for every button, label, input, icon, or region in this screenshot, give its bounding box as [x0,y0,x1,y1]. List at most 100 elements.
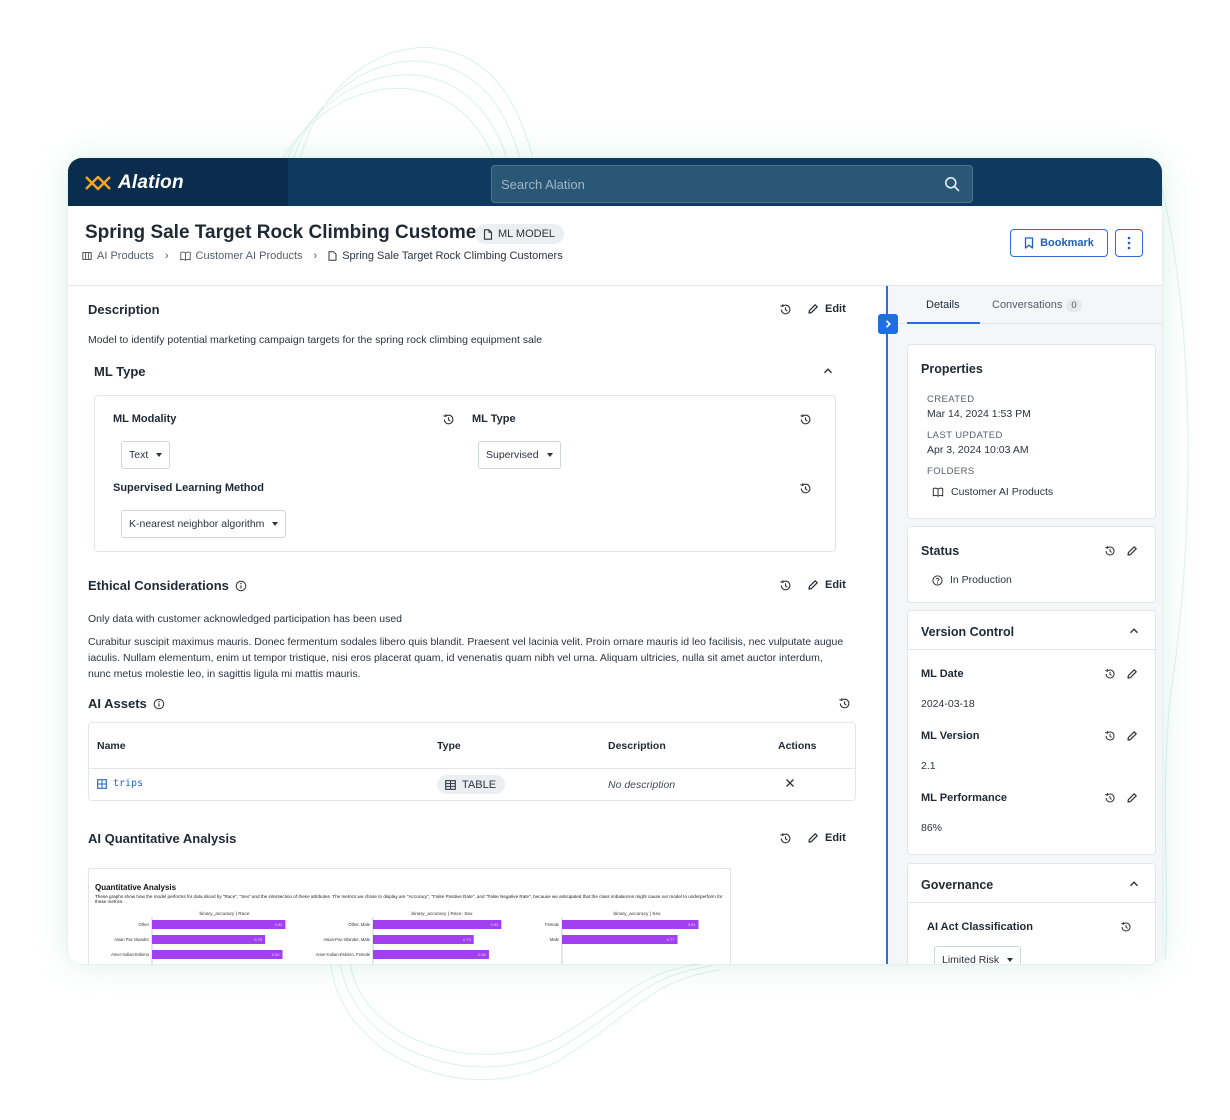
supervised-method-value: K-nearest neighbor algorithm [129,518,265,530]
ml-performance-label: ML Performance [921,792,1007,804]
breadcrumb-label: Spring Sale Target Rock Climbing Custome… [342,250,563,262]
info-icon[interactable] [153,698,165,710]
remove-asset-close-icon[interactable] [784,777,796,789]
tab-conversations[interactable]: Conversations 0 [992,299,1082,312]
question-circle-icon [932,574,943,586]
more-options-button[interactable] [1115,229,1143,257]
history-icon[interactable] [1104,668,1116,680]
asset-name: trips [113,778,144,789]
ai-assets-title: AI Assets [88,696,165,711]
description-title: Description [88,302,160,317]
ml-date-label: ML Date [921,668,964,680]
details-side-panel: Details Conversations 0 Properties CREATE… [888,286,1162,964]
chevron-right-icon [885,320,891,328]
logo-text: Alation [118,172,184,193]
history-icon[interactable] [1104,545,1116,557]
breadcrumb-chevron-icon: › [164,250,169,262]
caret-down-icon [546,453,553,457]
breadcrumb-chevron-icon: › [313,250,318,262]
chart-bar [152,935,266,944]
history-icon[interactable] [779,579,792,592]
column-header-actions: Actions [778,740,817,752]
quant-title: AI Quantitative Analysis [88,831,236,846]
supervised-method-dropdown[interactable]: K-nearest neighbor algorithm [121,510,287,538]
ethical-title: Ethical Considerations [88,578,247,593]
ml-type-dropdown[interactable]: Supervised [478,441,561,469]
chart-bar [373,920,502,929]
chevron-up-icon[interactable] [823,366,833,376]
bookmark-button[interactable]: Bookmark [1010,229,1108,257]
ethical-edit-button[interactable]: Edit [807,579,846,591]
chevron-up-icon[interactable] [1129,879,1139,889]
chart-bar [562,935,678,944]
asset-type-badge: TABLE [437,775,506,794]
pencil-icon[interactable] [1126,545,1138,557]
pencil-icon[interactable] [1126,730,1138,742]
card-divider [908,902,1155,903]
page-title: Spring Sale Target Rock Climbing Custome… [85,222,495,243]
history-icon[interactable] [799,413,812,426]
table-row: trips TABLE No description [89,769,855,801]
tab-details[interactable]: Details [926,299,960,311]
file-icon [483,228,493,240]
folder-link[interactable]: Customer AI Products [932,486,1053,498]
database-icon [82,252,92,260]
alation-logo-icon [85,175,111,191]
history-icon[interactable] [442,413,455,426]
history-icon[interactable] [1104,792,1116,804]
chart-value-label: 0.93 [491,922,500,927]
caret-down-icon [272,522,279,526]
ml-modality-label: ML Modality [113,413,177,425]
breadcrumb-customer-ai-products[interactable]: Customer AI Products [179,250,303,262]
card-divider [908,649,1155,650]
history-icon[interactable] [779,303,792,316]
supervised-method-label: Supervised Learning Method [113,482,264,494]
history-icon[interactable] [1120,921,1132,933]
side-tabs: Details Conversations 0 [888,286,1162,324]
ethical-title-text: Ethical Considerations [88,578,229,593]
table-icon [97,778,107,789]
history-icon[interactable] [838,697,851,710]
alation-logo[interactable]: Alation [84,172,184,194]
history-icon[interactable] [779,832,792,845]
breadcrumb-ai-products[interactable]: AI Products [82,250,154,262]
history-icon[interactable] [1104,730,1116,742]
chart-bar [562,920,699,929]
charts-layer: binary_accuracy | Race Other 0.92 Asian Pac… [111,911,699,964]
tab-conversations-label: Conversations [992,299,1063,311]
last-updated-label: LAST UPDATED [927,430,1003,441]
ml-date-value: 2024-03-18 [921,698,975,710]
ml-performance-value: 86% [921,822,943,834]
pencil-icon [808,304,818,314]
search-icon[interactable] [944,176,960,192]
main-panel: Description Edit Model to identify poten… [68,286,886,964]
history-icon[interactable] [799,482,812,495]
chevron-up-icon[interactable] [1129,626,1139,636]
figure-title: Quantitative Analysis [95,883,177,892]
ml-modality-dropdown[interactable]: Text [121,441,171,469]
created-label: CREATED [927,394,975,405]
breadcrumb-label: Customer AI Products [195,250,303,262]
ai-act-classification-dropdown[interactable]: Limited Risk [934,946,1022,964]
asset-link-trips[interactable]: trips [97,778,143,789]
status-text: In Production [950,574,1012,586]
chart-bar [152,950,283,959]
collapse-panel-button[interactable] [878,314,898,334]
description-edit-button[interactable]: Edit [807,303,846,315]
pencil-icon[interactable] [1126,792,1138,804]
ml-type-box: ML Modality ML Type Text Supervised Supe… [94,395,836,552]
properties-card: Properties CREATED Mar 14, 2024 1:53 PM … [907,344,1156,519]
pencil-icon[interactable] [1126,668,1138,680]
status-title: Status [921,544,960,558]
search-bar [491,165,973,203]
ml-model-badge: ML MODEL [475,224,565,244]
quant-edit-button[interactable]: Edit [807,832,846,844]
last-updated-value: Apr 3, 2024 10:03 AM [927,444,1029,456]
info-icon[interactable] [235,580,247,592]
asset-type-label: TABLE [462,778,497,791]
chart-value-label: 0.84 [478,952,487,957]
search-input[interactable] [492,166,932,202]
ethical-line: Only data with customer acknowledged par… [88,613,403,625]
chart-category-label: Other [139,922,150,927]
breadcrumb-label: AI Products [97,250,154,262]
